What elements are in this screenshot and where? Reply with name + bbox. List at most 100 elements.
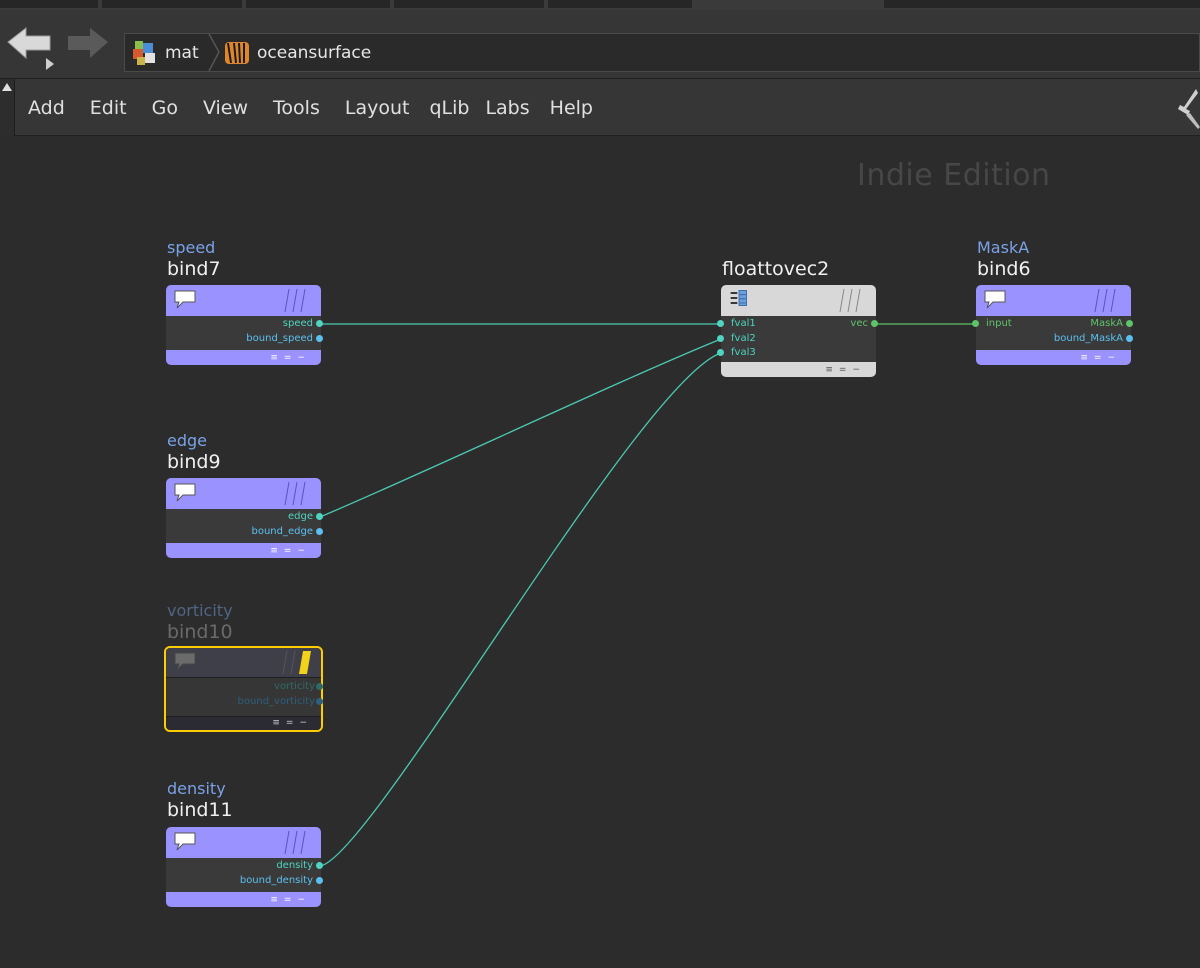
output-port-edge[interactable] xyxy=(316,513,323,520)
output-port-bound-edge[interactable] xyxy=(316,528,323,535)
node-header[interactable] xyxy=(166,285,321,316)
menu-edit[interactable]: Edit xyxy=(90,97,127,119)
input-port-fval2[interactable] xyxy=(717,335,724,342)
node-name[interactable]: bind7 xyxy=(167,258,221,280)
input-port-fval1[interactable] xyxy=(717,320,724,327)
output-port-label: vec xyxy=(850,318,868,329)
crumb-oceansurface[interactable]: oceansurface xyxy=(223,34,371,71)
wire-edge-fval2 xyxy=(319,338,722,518)
node-flag-slashes[interactable] xyxy=(826,288,868,313)
menu-tools[interactable]: Tools xyxy=(273,97,320,119)
triangle-up-icon xyxy=(2,83,12,91)
menu-bar: Add Edit Go View Tools Layout qLib Labs … xyxy=(0,78,1200,136)
node-name[interactable]: bind6 xyxy=(977,258,1031,280)
node-header[interactable] xyxy=(976,285,1131,316)
node-flags: ≡=− xyxy=(825,365,866,375)
node-header[interactable] xyxy=(166,648,321,677)
input-port-label: fval2 xyxy=(731,333,756,344)
forward-arrow-icon xyxy=(68,28,108,58)
node-label: speed xyxy=(167,238,216,257)
collapse-strip[interactable] xyxy=(0,79,15,136)
node-flag-slashes[interactable] xyxy=(1081,288,1123,313)
node-footer: ≡=− xyxy=(166,543,321,558)
pane-tab[interactable] xyxy=(548,0,692,8)
wrench-icon[interactable] xyxy=(1176,87,1200,131)
output-port-density[interactable] xyxy=(316,862,323,869)
input-port-input[interactable] xyxy=(972,320,979,327)
node-flags: ≡=− xyxy=(270,895,311,905)
menu-help[interactable]: Help xyxy=(550,97,593,119)
port-label: edge xyxy=(288,511,313,522)
comment-icon[interactable] xyxy=(983,289,1007,309)
back-button[interactable] xyxy=(6,24,56,70)
menu-layout[interactable]: Layout xyxy=(345,97,410,119)
node-footer: ≡=− xyxy=(166,350,321,365)
output-port-bound-maska[interactable] xyxy=(1126,335,1133,342)
node-name[interactable]: bind9 xyxy=(167,451,221,473)
chevron-right-icon xyxy=(208,34,220,71)
input-port-fval3[interactable] xyxy=(717,349,724,356)
pane-tab[interactable] xyxy=(884,0,1200,8)
pane-tab[interactable] xyxy=(0,0,98,8)
bind-node-vorticity[interactable]: vorticity bound_vorticity ≡=− xyxy=(164,646,323,732)
output-port-vorticity[interactable] xyxy=(316,683,323,690)
pane-tab[interactable] xyxy=(394,0,544,8)
port-label: density xyxy=(276,860,313,871)
crumb-label: mat xyxy=(165,42,199,63)
node-body: fval1 fval2 fval3 vec xyxy=(721,316,876,362)
node-name[interactable]: floattovec2 xyxy=(722,258,829,280)
comment-icon[interactable] xyxy=(173,831,197,851)
pane-tab[interactable] xyxy=(246,0,390,8)
node-label: vorticity xyxy=(167,601,233,620)
node-header[interactable] xyxy=(721,285,876,316)
crumb-mat[interactable]: mat xyxy=(131,34,199,71)
node-flags: ≡=− xyxy=(272,718,313,728)
node-flag-slashes[interactable] xyxy=(271,830,313,855)
node-flag-slashes[interactable] xyxy=(271,481,313,506)
menu-labs[interactable]: Labs xyxy=(485,97,529,119)
node-flags: ≡=− xyxy=(270,546,311,556)
node-name[interactable]: bind10 xyxy=(167,621,233,643)
node-header[interactable] xyxy=(166,827,321,858)
node-flag-slashes[interactable] xyxy=(271,288,313,313)
menu-qlib[interactable]: qLib xyxy=(429,97,469,119)
output-port-maska[interactable] xyxy=(1126,320,1133,327)
back-arrow-icon xyxy=(7,26,54,70)
node-name[interactable]: bind11 xyxy=(167,799,233,821)
node-body: edge bound_edge xyxy=(166,509,321,543)
bind-node-maska[interactable]: input MaskA bound_MaskA ≡=− xyxy=(976,285,1131,365)
menu-view[interactable]: View xyxy=(203,97,248,119)
pane-tab[interactable] xyxy=(102,0,242,8)
output-port-bound-speed[interactable] xyxy=(316,335,323,342)
shader-tiger-icon xyxy=(225,41,249,64)
bind-node-density[interactable]: density bound_density ≡=− xyxy=(166,827,321,907)
output-port-speed[interactable] xyxy=(316,320,323,327)
node-footer: ≡=− xyxy=(166,716,321,730)
comment-icon[interactable] xyxy=(173,651,197,671)
menu-go[interactable]: Go xyxy=(152,97,178,119)
floattovec-node[interactable]: fval1 fval2 fval3 vec ≡=− xyxy=(721,285,876,377)
node-header[interactable] xyxy=(166,478,321,509)
node-label: MaskA xyxy=(977,238,1030,257)
output-port-bound-vorticity[interactable] xyxy=(316,698,323,705)
node-footer: ≡=− xyxy=(976,350,1131,365)
bypass-flag-icon[interactable] xyxy=(273,650,315,675)
menu-add[interactable]: Add xyxy=(28,97,65,119)
pane-tab-strip xyxy=(0,0,1200,10)
comment-icon[interactable] xyxy=(173,482,197,502)
edition-watermark: Indie Edition xyxy=(857,158,1051,193)
node-body: speed bound_speed xyxy=(166,316,321,350)
bind-node-edge[interactable]: edge bound_edge ≡=− xyxy=(166,478,321,558)
forward-button[interactable] xyxy=(64,24,114,70)
input-port-label: input xyxy=(986,318,1012,329)
material-network-icon xyxy=(133,40,155,65)
float-to-vector-icon xyxy=(730,290,747,306)
path-breadcrumb: mat oceansurface xyxy=(124,33,1200,72)
bind-node-speed[interactable]: speed bound_speed ≡=− xyxy=(166,285,321,365)
node-body: vorticity bound_vorticity xyxy=(166,677,321,716)
comment-icon[interactable] xyxy=(173,289,197,309)
node-flags: ≡=− xyxy=(1080,353,1121,363)
output-port-vec[interactable] xyxy=(871,320,878,327)
output-port-bound-density[interactable] xyxy=(316,877,323,884)
port-label: bound_vorticity xyxy=(237,696,315,707)
